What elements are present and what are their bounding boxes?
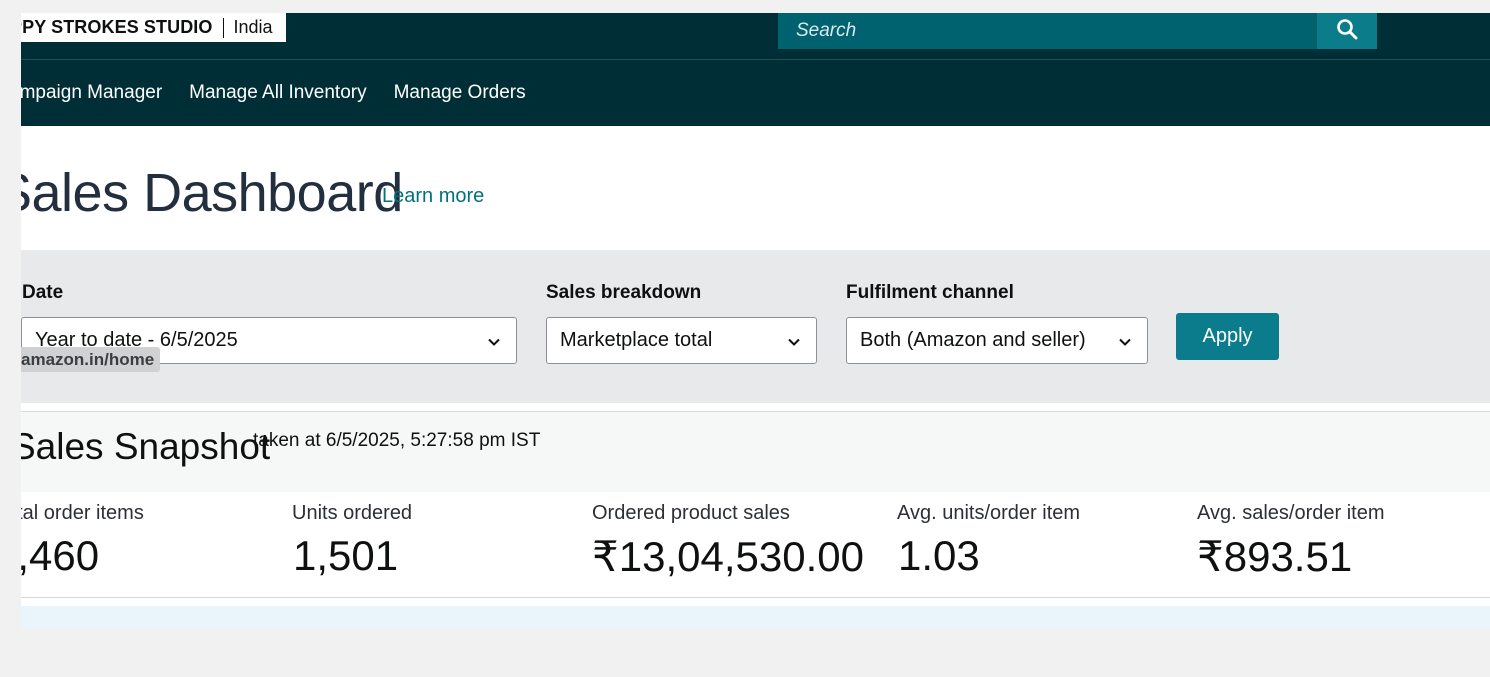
search-input[interactable] [794,19,1318,43]
metric-value: ₹13,04,530.00 [592,533,864,580]
sales-breakdown-value: Marketplace total [560,329,713,351]
metric-value: 1.03 [898,532,980,579]
search-button[interactable] [1317,13,1377,49]
page-title: Sales Dashboard [21,163,403,223]
date-label: Date [22,282,64,303]
search-box [778,13,1318,49]
metric-label: Avg. units/order item [897,502,1081,524]
sales-snapshot-header: Sales Snapshot taken at 6/5/2025, 5:27:5… [21,411,1490,493]
nav-manage-all-inventory[interactable]: Manage All Inventory [189,82,366,104]
metric-label: Total order items [21,502,144,524]
metric-value: 1,460 [21,532,100,579]
sales-snapshot-title: Sales Snapshot [21,426,271,467]
filter-panel: Date Year to date - 6/5/2025 Sales break… [21,250,1490,403]
chevron-down-icon [786,333,802,356]
store-switcher[interactable]: PPY STROKES STUDIO India [21,13,286,42]
nav-manage-orders[interactable]: Manage Orders [394,82,526,104]
metric-label: Avg. sales/order item [1197,502,1385,524]
sales-breakdown-label: Sales breakdown [546,282,702,303]
learn-more-link[interactable]: Learn more [382,185,484,208]
app-frame: PPY STROKES STUDIO India ampaign Manager… [21,13,1490,629]
sales-breakdown-select[interactable]: Marketplace total [546,317,817,364]
page-header: Sales Dashboard Learn more [21,126,1490,250]
apply-button[interactable]: Apply [1176,313,1279,360]
snapshot-timestamp: taken at 6/5/2025, 5:27:58 pm IST [253,430,541,451]
marketplace-region: India [233,17,273,37]
metric-value: ₹893.51 [1197,533,1353,580]
metric-label: Ordered product sales [592,502,790,524]
fulfilment-channel-select[interactable]: Both (Amazon and seller) [846,317,1148,364]
store-name: PPY STROKES STUDIO [21,17,213,37]
snapshot-metrics: Total order items 1,460 Units ordered 1,… [21,492,1490,598]
divider [222,17,224,38]
fulfilment-channel-label: Fulfilment channel [846,282,1014,303]
link-url-tooltip: amazon.in/home [21,347,161,372]
fulfilment-channel-value: Both (Amazon and seller) [860,329,1086,351]
main-nav: ampaign Manager Manage All Inventory Man… [21,59,1490,126]
nav-campaign-manager[interactable]: ampaign Manager [21,82,162,104]
section-divider-strip [21,606,1490,629]
chevron-down-icon [486,333,502,356]
search-icon [1336,18,1358,45]
top-bar: PPY STROKES STUDIO India [21,13,1490,59]
chevron-down-icon [1117,333,1133,356]
metric-value: 1,501 [293,532,399,579]
metric-label: Units ordered [292,502,413,524]
